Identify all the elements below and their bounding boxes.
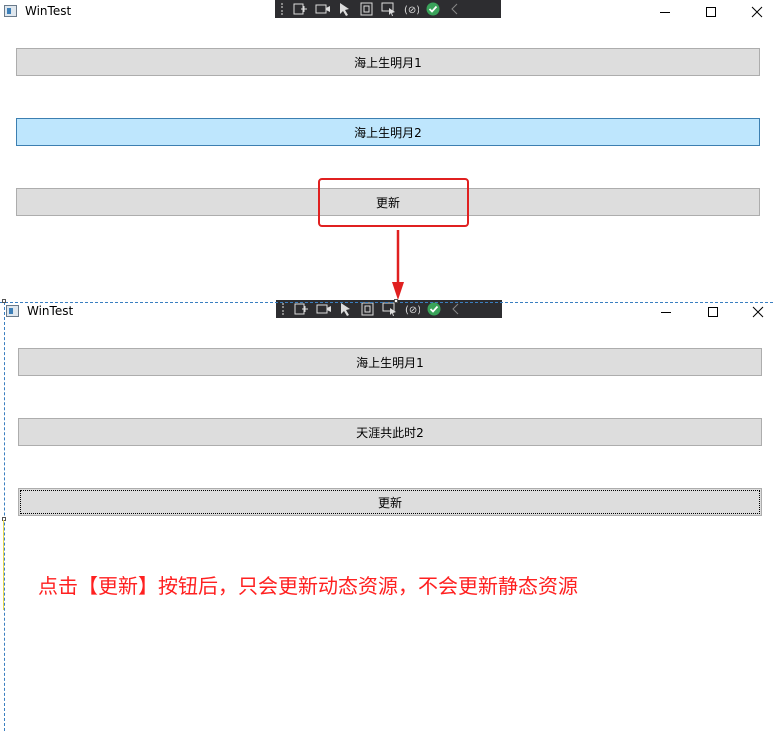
collapse-chevron-icon[interactable] [447,2,463,16]
track-focus-icon[interactable] [381,2,397,16]
collapse-chevron-icon[interactable] [448,302,464,316]
minimize-button[interactable] [642,0,688,24]
svg-text:(⊘): (⊘) [405,305,420,316]
minimize-icon [661,312,671,313]
top-window: WinTest (⊘) 海上生明月1 海上生明月2 更新 [0,0,773,300]
selection-adorner-top [0,302,773,303]
close-icon [752,306,764,318]
maximize-button[interactable] [688,0,734,24]
app-icon [6,305,19,317]
binding-failures-icon[interactable]: (⊘) [403,2,419,16]
live-tree-icon[interactable] [294,302,310,316]
window-title: WinTest [25,4,72,18]
live-tree-icon[interactable] [293,2,309,16]
window-title: WinTest [27,304,74,318]
down-arrow-icon [392,230,404,300]
grip-icon[interactable] [281,3,287,15]
record-icon[interactable] [315,2,331,16]
resize-handle[interactable] [2,299,6,303]
button-2[interactable]: 天涯共此时2 [18,418,762,446]
layout-adorner-icon[interactable] [360,302,376,316]
margin-indicator [3,520,4,610]
maximize-button[interactable] [690,300,736,324]
track-focus-icon[interactable] [382,302,398,316]
binding-failures-icon[interactable]: (⊘) [404,302,420,316]
check-icon[interactable] [425,2,441,16]
button-2[interactable]: 海上生明月2 [16,118,760,146]
minimize-button[interactable] [643,300,689,324]
check-icon[interactable] [426,302,442,316]
close-button[interactable] [734,0,773,24]
dev-toolbar: (⊘) [275,0,501,18]
button-1[interactable]: 海上生明月1 [18,348,762,376]
grip-icon[interactable] [282,303,288,315]
highlight-box [318,178,469,227]
close-button[interactable] [735,300,773,324]
select-element-icon[interactable] [337,2,353,16]
close-icon [751,6,763,18]
annotation-text: 点击【更新】按钮后，只会更新动态资源，不会更新静态资源 [38,574,578,598]
minimize-icon [660,12,670,13]
app-icon [4,5,17,17]
record-icon[interactable] [316,302,332,316]
update-button[interactable]: 更新 [18,488,762,516]
select-element-icon[interactable] [338,302,354,316]
maximize-icon [706,7,716,17]
resize-handle[interactable] [394,299,398,303]
layout-adorner-icon[interactable] [359,2,375,16]
maximize-icon [708,307,718,317]
title-bar: WinTest (⊘) [0,300,773,324]
svg-text:(⊘): (⊘) [404,5,419,16]
bottom-window: WinTest (⊘) 海上生明月1 天涯共此时2 更新 [0,300,773,731]
title-bar: WinTest (⊘) [0,0,773,24]
button-1[interactable]: 海上生明月1 [16,48,760,76]
